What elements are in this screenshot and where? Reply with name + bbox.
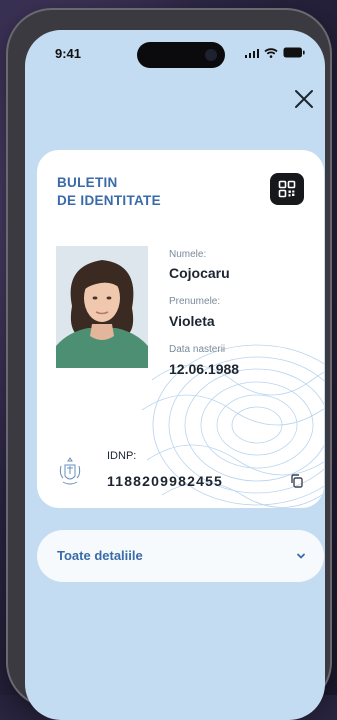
qr-code-icon: [278, 180, 296, 198]
app-screen: 9:41 BULETIN DE IDENTITATE Numele: Cojoc…: [25, 30, 325, 720]
wifi-icon: [264, 47, 278, 58]
birth-date-label: Data nasterii: [169, 344, 226, 355]
copy-icon[interactable]: [289, 473, 305, 489]
chevron-down-icon: [297, 553, 305, 559]
birth-date-value: 12.06.1988: [169, 361, 240, 377]
coat-of-arms-icon: [59, 457, 81, 485]
surname-value: Cojocaru: [169, 265, 230, 281]
close-icon[interactable]: [293, 88, 315, 110]
title-line-1: BULETIN: [57, 175, 118, 190]
title-line-2: DE IDENTITATE: [57, 193, 161, 208]
id-card: BULETIN DE IDENTITATE Numele: Cojocaru P…: [37, 150, 324, 508]
status-time: 9:41: [55, 46, 82, 61]
status-bar: 9:41: [25, 30, 325, 74]
battery-icon: [283, 47, 305, 58]
dynamic-island: [137, 42, 225, 68]
given-name-label: Prenumele:: [169, 296, 221, 307]
qr-code-button[interactable]: [270, 173, 304, 205]
all-details-label: Toate detaliile: [57, 548, 143, 563]
given-name-value: Violeta: [169, 313, 215, 329]
camera-dot: [205, 49, 217, 61]
signal-icon: [244, 48, 259, 58]
idnp-value[interactable]: 1188209982455: [107, 473, 223, 489]
holder-photo: [56, 246, 148, 368]
surname-label: Numele:: [169, 249, 207, 260]
idnp-label: IDNP:: [107, 450, 137, 462]
all-details-button[interactable]: Toate detaliile: [37, 530, 324, 582]
phone-frame: 9:41 BULETIN DE IDENTITATE Numele: Cojoc…: [6, 8, 332, 720]
document-title: BULETIN DE IDENTITATE: [57, 174, 161, 210]
status-icons: [244, 47, 306, 58]
